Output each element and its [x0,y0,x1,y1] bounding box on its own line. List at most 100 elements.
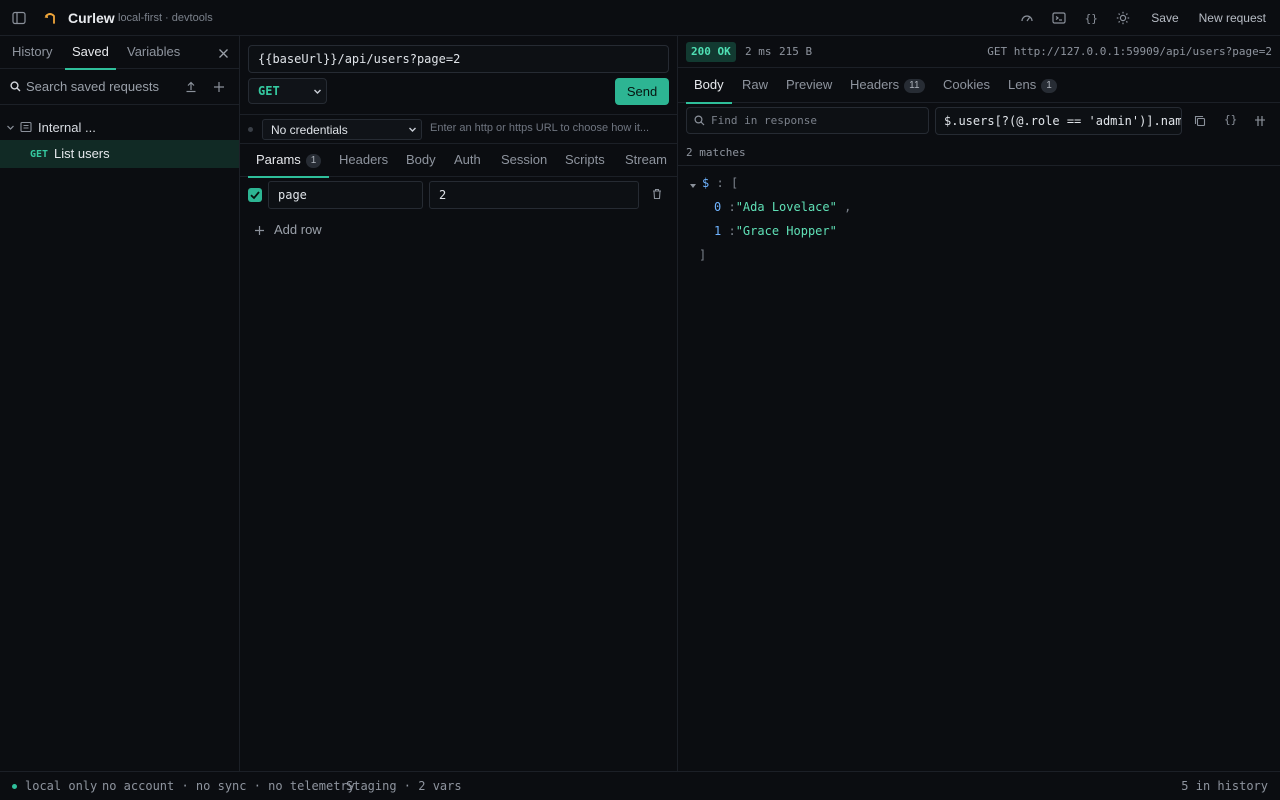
params-count-badge: 1 [305,154,322,168]
tab-session[interactable]: Session [501,144,547,177]
search-icon [10,81,21,92]
json-comma: , [844,200,852,214]
tab-response-lens[interactable]: Lens 1 [1008,68,1057,103]
json-item-value: "Grace Hopper" [735,224,837,238]
copy-icon[interactable] [1194,115,1206,127]
saved-search-input[interactable]: Search saved requests [26,79,159,94]
json-root-key: $ [702,176,710,190]
top-bar: Curlew local-first · devtools {} Save Ne… [0,0,1280,36]
find-placeholder: Find in response [711,114,817,127]
privacy-label: no account · no sync · no telemetry [102,779,355,793]
tab-label: Lens [1008,77,1037,92]
json-colon: : [716,176,724,190]
sidebar-tab-saved[interactable]: Saved [65,36,116,70]
send-button[interactable]: Send [615,78,669,105]
lens-count-badge: 1 [1041,79,1057,93]
sidebar: History Saved Variables Search saved req… [0,36,240,771]
local-only-label: local only [25,779,98,793]
tab-headers[interactable]: Headers [339,144,388,177]
tab-response-cookies[interactable]: Cookies [943,68,990,103]
sidebar-tabs: History Saved Variables [0,36,239,70]
request-tabs: Params 1 Headers Body Auth Session Script… [240,144,677,178]
find-in-response-input[interactable]: Find in response [686,107,929,134]
method-select[interactable]: GET [248,78,327,104]
param-key-input[interactable]: page [268,181,423,209]
match-count: 2 matches [686,146,746,159]
app-subtitle: local-first · devtools [118,12,213,24]
close-sidebar-icon[interactable] [217,47,229,59]
jsonpath-query-input[interactable]: $.users[?(@.role == 'admin')].name [935,107,1182,135]
sidebar-tab-variables[interactable]: Variables [127,36,180,69]
plus-icon [254,225,265,236]
add-saved-icon[interactable] [213,81,225,93]
import-upload-icon[interactable] [185,81,197,93]
response-status-row: 200 OK 2 ms 215 B GET http://127.0.0.1:5… [678,36,1280,68]
credentials-row: No credentials Enter an http or https UR… [240,114,677,144]
credentials-value: No credentials [271,123,348,137]
tab-response-preview[interactable]: Preview [786,68,832,103]
folder-internal[interactable]: Internal ... [0,114,239,140]
folder-icon [20,121,32,133]
theme-sun-icon[interactable] [1115,10,1131,26]
speed-gauge-icon[interactable] [1019,10,1035,26]
tab-response-body[interactable]: Body [686,68,732,104]
method-select-value: GET [258,84,280,98]
response-tabs: Body Raw Preview Headers 11 Cookies Lens 1 [678,68,1280,104]
json-colon: : [728,200,736,214]
json-item-index: 0 [714,200,722,214]
request-method: GET [30,149,49,160]
status-bar: local only no account · no sync · no tel… [0,771,1280,800]
search-icon [694,115,705,126]
local-status-dot-icon [12,784,17,789]
braces-icon[interactable]: {} [1083,10,1099,26]
credentials-select[interactable]: No credentials [262,119,422,140]
matches-row: 2 matches [678,140,1280,166]
folder-name: Internal ... [38,120,96,135]
json-colon: : [728,224,736,238]
status-dot-icon [248,127,253,132]
app-logo-icon [43,11,57,25]
chevron-down-icon [313,87,322,96]
collapse-triangle-icon[interactable] [690,183,696,189]
param-enabled-checkbox[interactable] [248,188,262,202]
json-close-bracket: ] [699,248,707,262]
format-braces-icon[interactable]: {} [1224,113,1237,126]
headers-count-badge: 11 [904,79,925,93]
tab-scripts[interactable]: Scripts [565,144,605,177]
save-button[interactable]: Save [1151,11,1178,25]
tab-response-raw[interactable]: Raw [742,68,768,103]
columns-toggle-icon[interactable] [1254,115,1266,127]
add-row-label: Add row [274,222,322,237]
status-badge: 200 OK [686,42,736,62]
json-item-index: 1 [714,224,722,238]
json-open-bracket: [ [730,176,739,190]
response-size: 215 B [779,45,813,58]
saved-request-list-users[interactable]: GET List users [0,140,239,168]
toggle-sidebar-icon[interactable] [12,11,26,25]
request-pane: {{baseUrl}}/api/users?page=2 GET Send No… [240,36,678,771]
response-pane: 200 OK 2 ms 215 B GET http://127.0.0.1:5… [678,36,1280,771]
tab-label: Params [256,152,301,167]
param-value-input[interactable]: 2 [429,181,639,209]
tab-auth[interactable]: Auth [454,144,481,177]
json-item-value: "Ada Lovelace" [735,200,837,214]
tab-params[interactable]: Params 1 [247,144,330,178]
url-hint: Enter an http or https URL to choose how… [430,122,650,134]
delete-row-trash-icon[interactable] [651,188,663,200]
chevron-down-icon [408,125,417,134]
request-name: List users [54,146,110,161]
new-request-button[interactable]: New request [1199,11,1266,25]
url-input[interactable]: {{baseUrl}}/api/users?page=2 [248,45,669,73]
app-title: Curlew [68,10,115,26]
environment-indicator[interactable]: Staging · 2 vars [346,779,462,793]
sidebar-tab-history[interactable]: History [12,36,52,69]
history-count: 5 in history [1181,779,1268,793]
terminal-icon[interactable] [1051,10,1067,26]
tab-stream[interactable]: Stream [625,144,667,177]
tab-body[interactable]: Body [406,144,436,177]
tab-label: Headers [850,77,900,92]
request-line: GET http://127.0.0.1:59909/api/users?pag… [987,45,1272,58]
json-item-line: 1 :"Grace Hopper" [714,224,837,238]
json-close-line: ] [699,248,706,262]
tab-response-headers[interactable]: Headers 11 [850,68,925,103]
